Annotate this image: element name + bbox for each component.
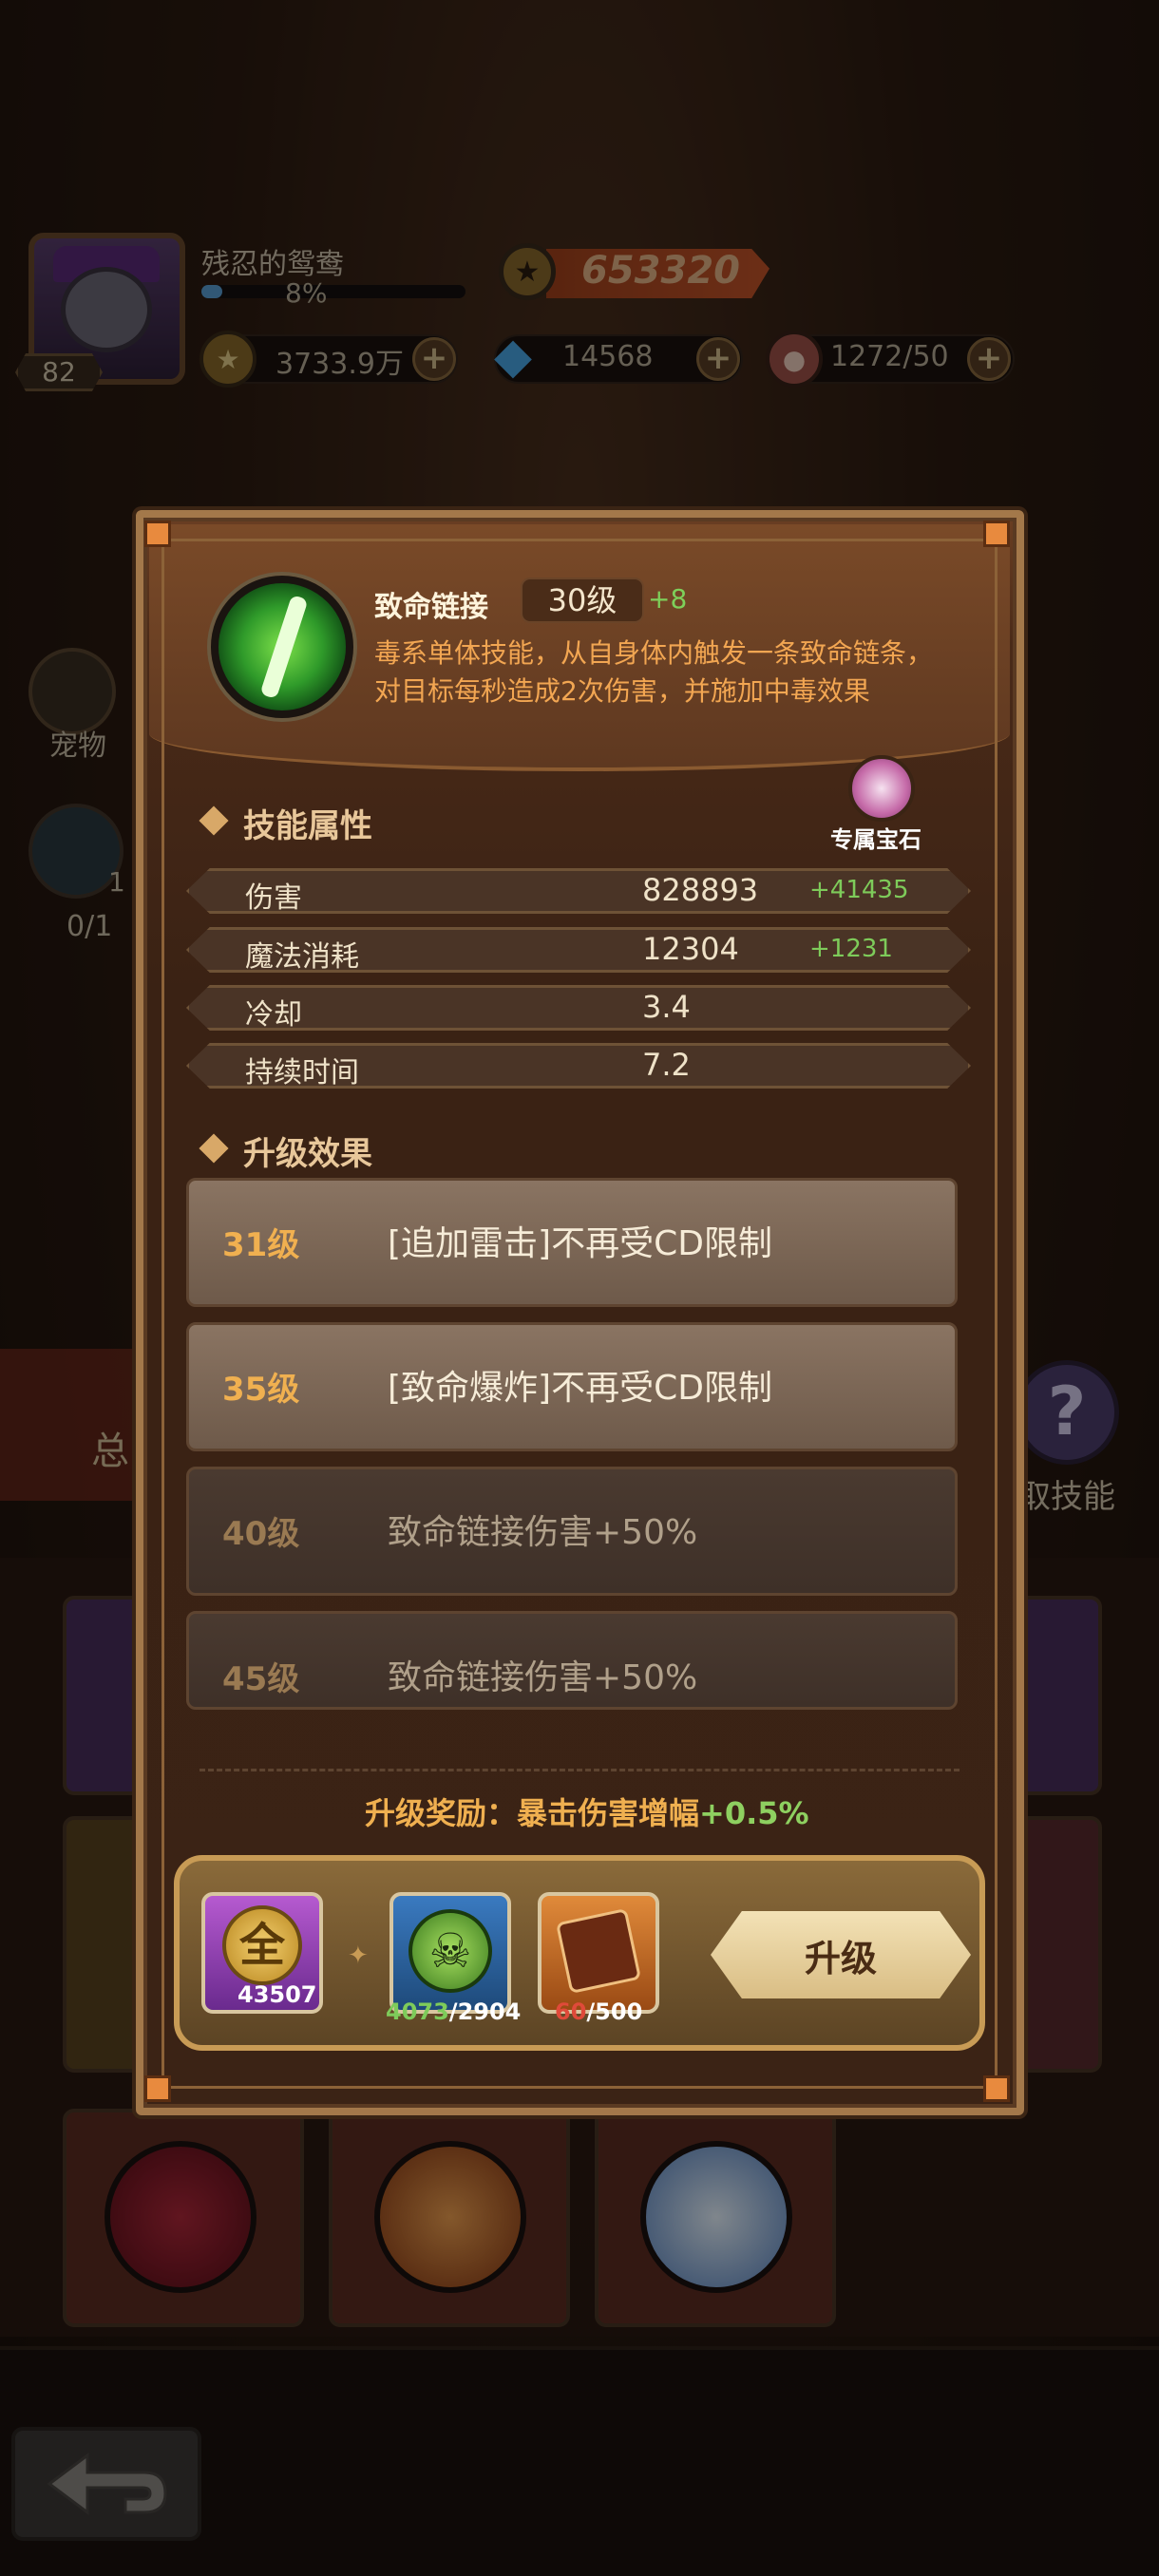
separator-icon: ✦	[348, 1941, 369, 1970]
attribute-value: 3.4	[642, 989, 691, 1025]
book-need: /500	[586, 1998, 643, 2025]
exclusive-gem-label: 专属宝石	[830, 826, 922, 853]
skill-icon	[211, 576, 353, 718]
upgrade-level: 35级	[222, 1371, 300, 1409]
exclusive-gem-icon[interactable]	[848, 755, 915, 822]
corner-ornament	[983, 521, 1010, 547]
attribute-value: 7.2	[642, 1047, 691, 1083]
upgrade-text: [追加雷击]不再受CD限制	[388, 1224, 772, 1263]
skull-icon: ☠	[408, 1909, 492, 1993]
attributes-title: 技能属性	[243, 807, 372, 845]
reward-label: 升级奖励：暴击伤害增幅	[365, 1795, 700, 1831]
skill-book-icon	[555, 1907, 642, 1995]
upgrades-title: 升级效果	[243, 1135, 372, 1173]
skill-level-bonus: +8	[648, 583, 688, 615]
upgrade-level: 31级	[222, 1226, 300, 1264]
poison-cost: 4073/2904	[386, 1998, 521, 2025]
divider	[200, 1769, 960, 1771]
upgrade-level: 40级	[222, 1515, 300, 1553]
attribute-name: 魔法消耗	[245, 940, 359, 974]
upgrade-button[interactable]: 升级	[711, 1911, 971, 1998]
attribute-value: 828893	[642, 872, 759, 908]
skill-description-line: 毒系单体技能，从自身体内触发一条致命链条，	[374, 637, 934, 669]
attribute-bonus: +1231	[809, 935, 893, 963]
attribute-name: 伤害	[245, 881, 302, 915]
gold-coin-icon: 全	[222, 1905, 302, 1985]
attribute-name: 持续时间	[245, 1056, 359, 1089]
attribute-row	[186, 985, 971, 1031]
attribute-bonus: +41435	[809, 876, 909, 904]
poison-need: /2904	[448, 1998, 522, 2025]
skill-description: 毒系单体技能，从自身体内触发一条致命链条， 对目标每秒造成2次伤害，并施加中毒效…	[374, 635, 963, 710]
skill-book-cost-item[interactable]	[538, 1892, 659, 2014]
upgrade-level: 45级	[222, 1660, 300, 1698]
book-cost: 60/500	[555, 1998, 642, 2025]
attribute-value: 12304	[642, 931, 739, 967]
corner-ornament	[144, 521, 171, 547]
upgrade-text: [致命爆炸]不再受CD限制	[388, 1369, 772, 1408]
reward-value: +0.5%	[699, 1795, 809, 1831]
poison-have: 4073	[386, 1998, 449, 2025]
poison-cost-item[interactable]: ☠	[390, 1892, 511, 2014]
corner-ornament	[983, 2075, 1010, 2102]
upgrade-reward: 升级奖励：暴击伤害增幅+0.5%	[365, 1790, 809, 1833]
gold-cost-amount: 43507	[238, 1981, 317, 2008]
upgrade-text: 致命链接伤害+50%	[388, 1513, 698, 1552]
attribute-name: 冷却	[245, 998, 302, 1032]
skill-level: 30级	[521, 578, 644, 623]
skill-description-line: 对目标每秒造成2次伤害，并施加中毒效果	[374, 675, 870, 707]
book-have: 60	[555, 1998, 587, 2025]
upgrade-text: 致命链接伤害+50%	[388, 1658, 698, 1697]
skill-name: 致命链接	[374, 591, 488, 624]
corner-ornament	[144, 2075, 171, 2102]
